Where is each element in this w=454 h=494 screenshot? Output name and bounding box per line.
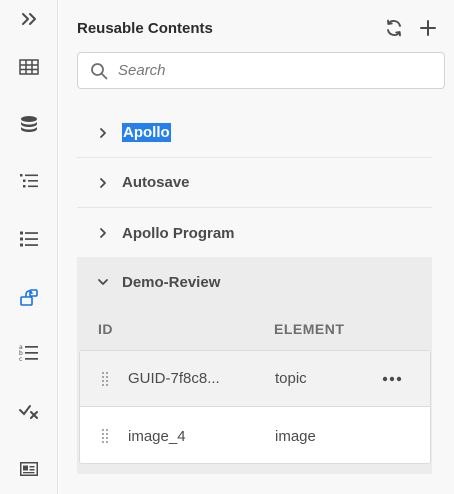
check-x-icon (19, 405, 38, 419)
content-tree: Apollo Autosave Apollo Program (77, 108, 432, 258)
tree-item-demo-review[interactable]: Demo-Review (77, 257, 432, 307)
add-button[interactable] (414, 14, 442, 42)
table-icon (19, 59, 39, 75)
abc-list-icon: abc (19, 344, 38, 363)
card-button[interactable] (12, 452, 46, 486)
reusable-content-button[interactable] (12, 280, 46, 314)
tree-item-label: Demo-Review (122, 273, 221, 291)
row-element: topic (275, 370, 307, 387)
double-chevron-right-icon (22, 13, 36, 25)
row-element: image (275, 427, 316, 445)
expand-panel-button[interactable] (12, 2, 46, 36)
chevron-right-icon (97, 127, 109, 139)
database-button[interactable] (12, 108, 46, 142)
tree-item-label: Autosave (122, 174, 190, 191)
content-table: GUID-7f8c8... topic image_4 image (79, 350, 431, 464)
row-id: GUID-7f8c8... (128, 370, 220, 387)
drag-handle-icon[interactable] (100, 371, 110, 387)
id-card-icon (20, 462, 38, 476)
tree-item-apollo[interactable]: Apollo (77, 108, 432, 158)
chevron-right-icon (97, 177, 109, 189)
panel-title: Reusable Contents (77, 19, 213, 37)
panel-header: Reusable Contents (77, 14, 442, 42)
abc-list-button[interactable]: abc (12, 336, 46, 370)
more-icon (382, 376, 402, 381)
database-icon (21, 116, 37, 132)
refresh-icon (387, 19, 401, 37)
check-x-button[interactable] (12, 394, 46, 428)
table-header: ID ELEMENT (77, 314, 432, 344)
tree-item-label: Apollo (122, 123, 171, 142)
outline-button[interactable] (12, 164, 46, 198)
list-button[interactable] (12, 222, 46, 256)
table-row[interactable]: image_4 image (80, 408, 430, 464)
column-header-element: ELEMENT (274, 321, 345, 337)
bulleted-list-icon (20, 231, 38, 247)
drag-handle-icon[interactable] (100, 428, 110, 444)
search-field[interactable] (77, 52, 445, 89)
outline-list-icon (20, 174, 38, 188)
expanded-group-demo-review: Demo-Review ID ELEMENT GUID-7f8c8... top… (77, 257, 432, 474)
tree-item-label: Apollo Program (122, 224, 235, 242)
row-id: image_4 (128, 427, 186, 445)
refresh-button[interactable] (380, 14, 408, 42)
column-header-id: ID (98, 321, 113, 337)
chevron-right-icon (97, 227, 109, 239)
more-options-button[interactable] (380, 371, 404, 387)
table-row[interactable]: GUID-7f8c8... topic (80, 351, 430, 407)
tree-item-autosave[interactable]: Autosave (77, 158, 432, 208)
tree-item-apollo-program[interactable]: Apollo Program (77, 208, 432, 258)
left-rail: abc (0, 0, 58, 494)
table-view-button[interactable] (12, 50, 46, 84)
chevron-down-icon (97, 276, 109, 288)
add-icon (420, 20, 436, 36)
svg-text:c: c (19, 356, 22, 363)
reusable-contents-panel: Reusable Contents Apollo Autosave Apollo… (59, 0, 454, 494)
reusable-content-icon (20, 289, 38, 306)
search-input[interactable] (118, 62, 418, 79)
search-icon (91, 62, 108, 79)
